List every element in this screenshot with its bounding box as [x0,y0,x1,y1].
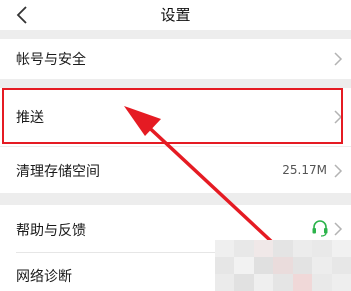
watermark [215,240,351,291]
